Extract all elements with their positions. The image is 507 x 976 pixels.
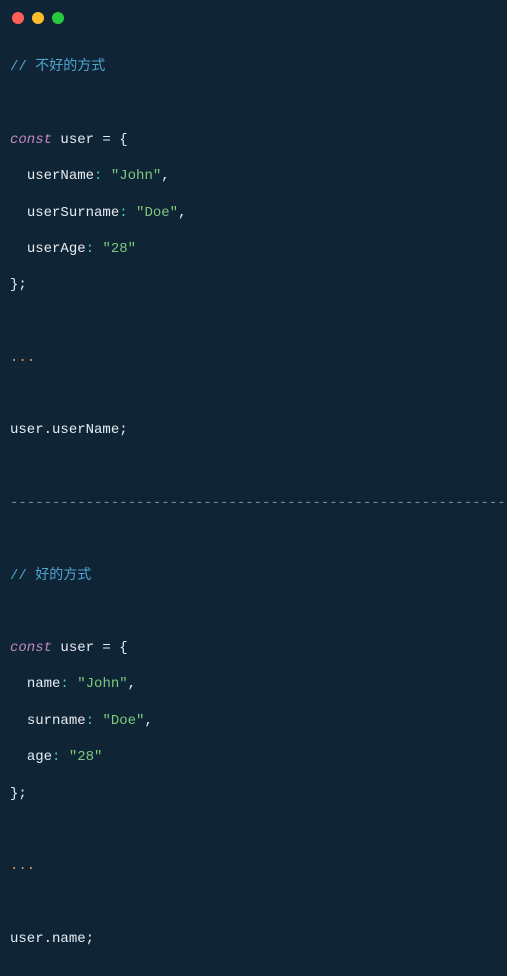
- maximize-icon[interactable]: [52, 12, 64, 24]
- close-brace: };: [10, 786, 27, 802]
- prop-value: "John": [111, 168, 161, 184]
- prop-key: userSurname: [27, 205, 119, 221]
- keyword-const: const: [10, 640, 52, 656]
- comma: ,: [128, 676, 136, 692]
- semi: ;: [86, 931, 94, 947]
- colon: :: [119, 205, 127, 221]
- ident-user: user: [60, 132, 94, 148]
- colon: :: [86, 241, 94, 257]
- comment-bad: // 不好的方式: [10, 59, 105, 75]
- colon: :: [94, 168, 102, 184]
- minimize-icon[interactable]: [32, 12, 44, 24]
- open-brace: = {: [94, 132, 128, 148]
- comment-good: // 好的方式: [10, 568, 91, 584]
- prop-key: surname: [27, 713, 86, 729]
- prop-value: "28": [69, 749, 103, 765]
- keyword-const: const: [10, 132, 52, 148]
- prop-key: userName: [27, 168, 94, 184]
- ident-user: user: [60, 640, 94, 656]
- usage-prop: userName: [52, 422, 119, 438]
- dot: .: [44, 931, 52, 947]
- semi: ;: [119, 422, 127, 438]
- prop-key: age: [27, 749, 52, 765]
- comma: ,: [178, 205, 186, 221]
- usage-prop: name: [52, 931, 86, 947]
- prop-value: "28": [102, 241, 136, 257]
- colon: :: [86, 713, 94, 729]
- comma: ,: [161, 168, 169, 184]
- dot: .: [44, 422, 52, 438]
- prop-value: "Doe": [102, 713, 144, 729]
- close-brace: };: [10, 277, 27, 293]
- ellipsis: ...: [10, 350, 35, 366]
- comma: ,: [144, 713, 152, 729]
- colon: :: [52, 749, 60, 765]
- prop-value: "Doe": [136, 205, 178, 221]
- ellipsis: ...: [10, 858, 35, 874]
- prop-key: userAge: [27, 241, 86, 257]
- section-divider: ----------------------------------------…: [10, 495, 506, 511]
- usage-obj: user: [10, 422, 44, 438]
- usage-obj: user: [10, 931, 44, 947]
- prop-value: "John": [77, 676, 127, 692]
- close-icon[interactable]: [12, 12, 24, 24]
- colon: :: [60, 676, 68, 692]
- window-titlebar: [0, 0, 507, 30]
- code-block: // 不好的方式 const user = { userName: "John"…: [0, 30, 507, 976]
- open-brace: = {: [94, 640, 128, 656]
- prop-key: name: [27, 676, 61, 692]
